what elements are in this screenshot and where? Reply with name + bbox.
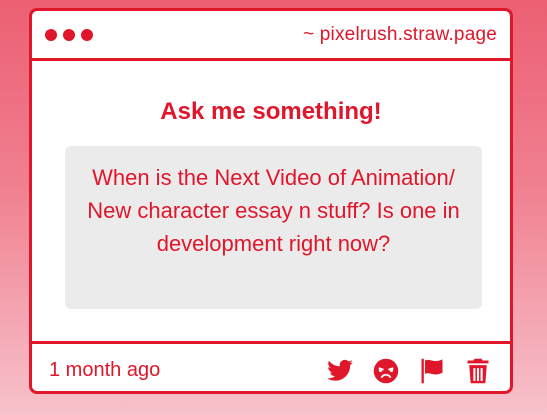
angry-react-button[interactable]	[371, 356, 401, 386]
window-dot-icon	[81, 28, 93, 41]
card-content: Ask me something! When is the Next Video…	[32, 61, 510, 341]
window-dot-icon	[63, 28, 75, 41]
window-dot-icon	[45, 28, 57, 41]
card-footer: 1 month ago	[32, 341, 510, 391]
report-button[interactable]	[417, 356, 447, 386]
trash-icon	[467, 358, 489, 383]
page-url: ~ pixelrush.straw.page	[303, 23, 497, 45]
question-card: ~ pixelrush.straw.page Ask me something!…	[29, 8, 513, 394]
action-bar	[325, 356, 493, 386]
timestamp: 1 month ago	[49, 359, 161, 381]
window-controls	[45, 28, 93, 41]
angry-face-icon	[373, 358, 399, 383]
flag-icon	[421, 358, 443, 383]
window-titlebar: ~ pixelrush.straw.page	[32, 11, 510, 61]
twitter-share-button[interactable]	[325, 356, 355, 386]
delete-button[interactable]	[463, 356, 493, 386]
question-text: When is the Next Video of Animation/ New…	[65, 146, 482, 309]
page-title: Ask me something!	[160, 98, 382, 125]
twitter-bird-icon	[327, 359, 353, 381]
